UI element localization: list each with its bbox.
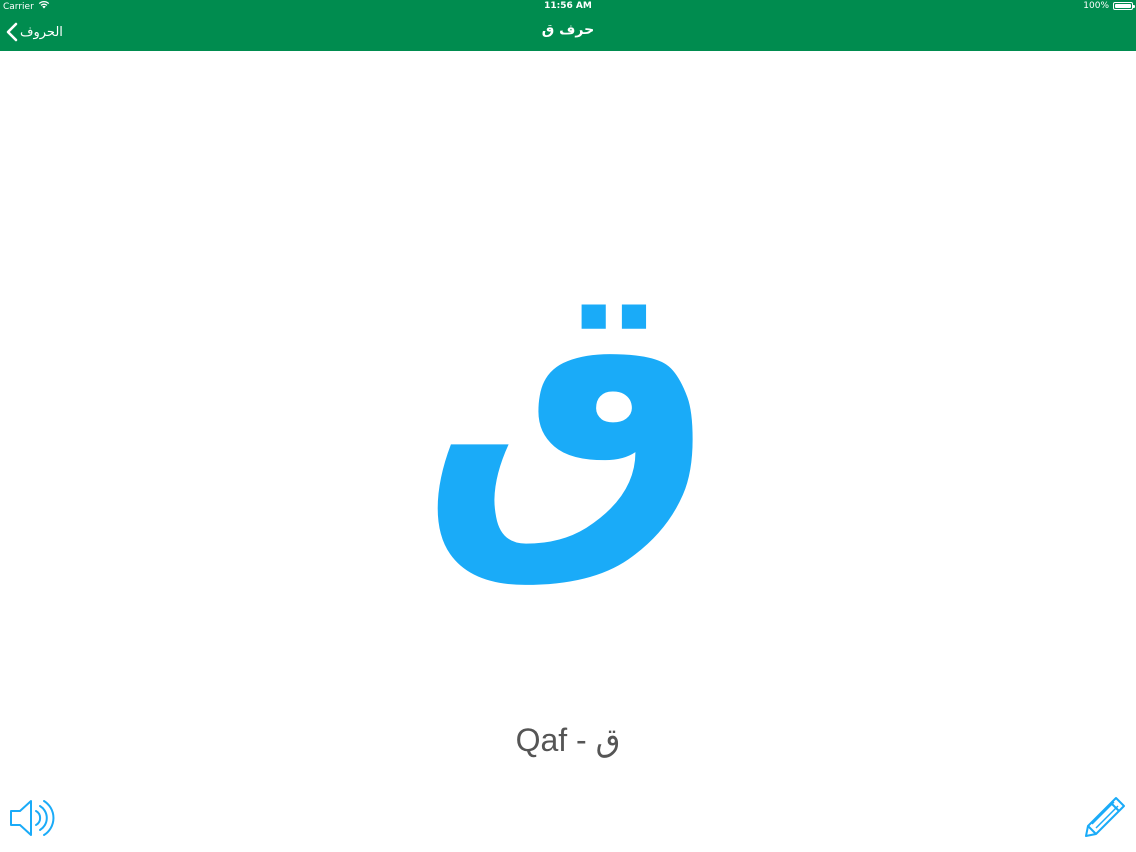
pencil-icon [1082,794,1128,840]
speaker-icon [8,796,56,840]
status-right: 100% [1083,0,1135,12]
letter-detail-screen: Carrier 11:56 AM 100% الحروف حرف ق ق Qaf… [0,0,1136,852]
letter-glyph: ق [420,208,716,592]
nav-bar: الحروف حرف ق [0,12,1136,51]
battery-percent: 100% [1083,1,1109,11]
status-bar: Carrier 11:56 AM 100% [0,0,1136,12]
sound-button[interactable] [8,796,56,840]
status-time: 11:56 AM [544,1,592,11]
letter-caption: Qaf - ق [515,722,621,758]
header: Carrier 11:56 AM 100% الحروف حرف ق [0,0,1136,51]
page-title: حرف ق [541,22,595,38]
edit-button[interactable] [1082,794,1128,840]
battery-icon [1113,2,1135,10]
